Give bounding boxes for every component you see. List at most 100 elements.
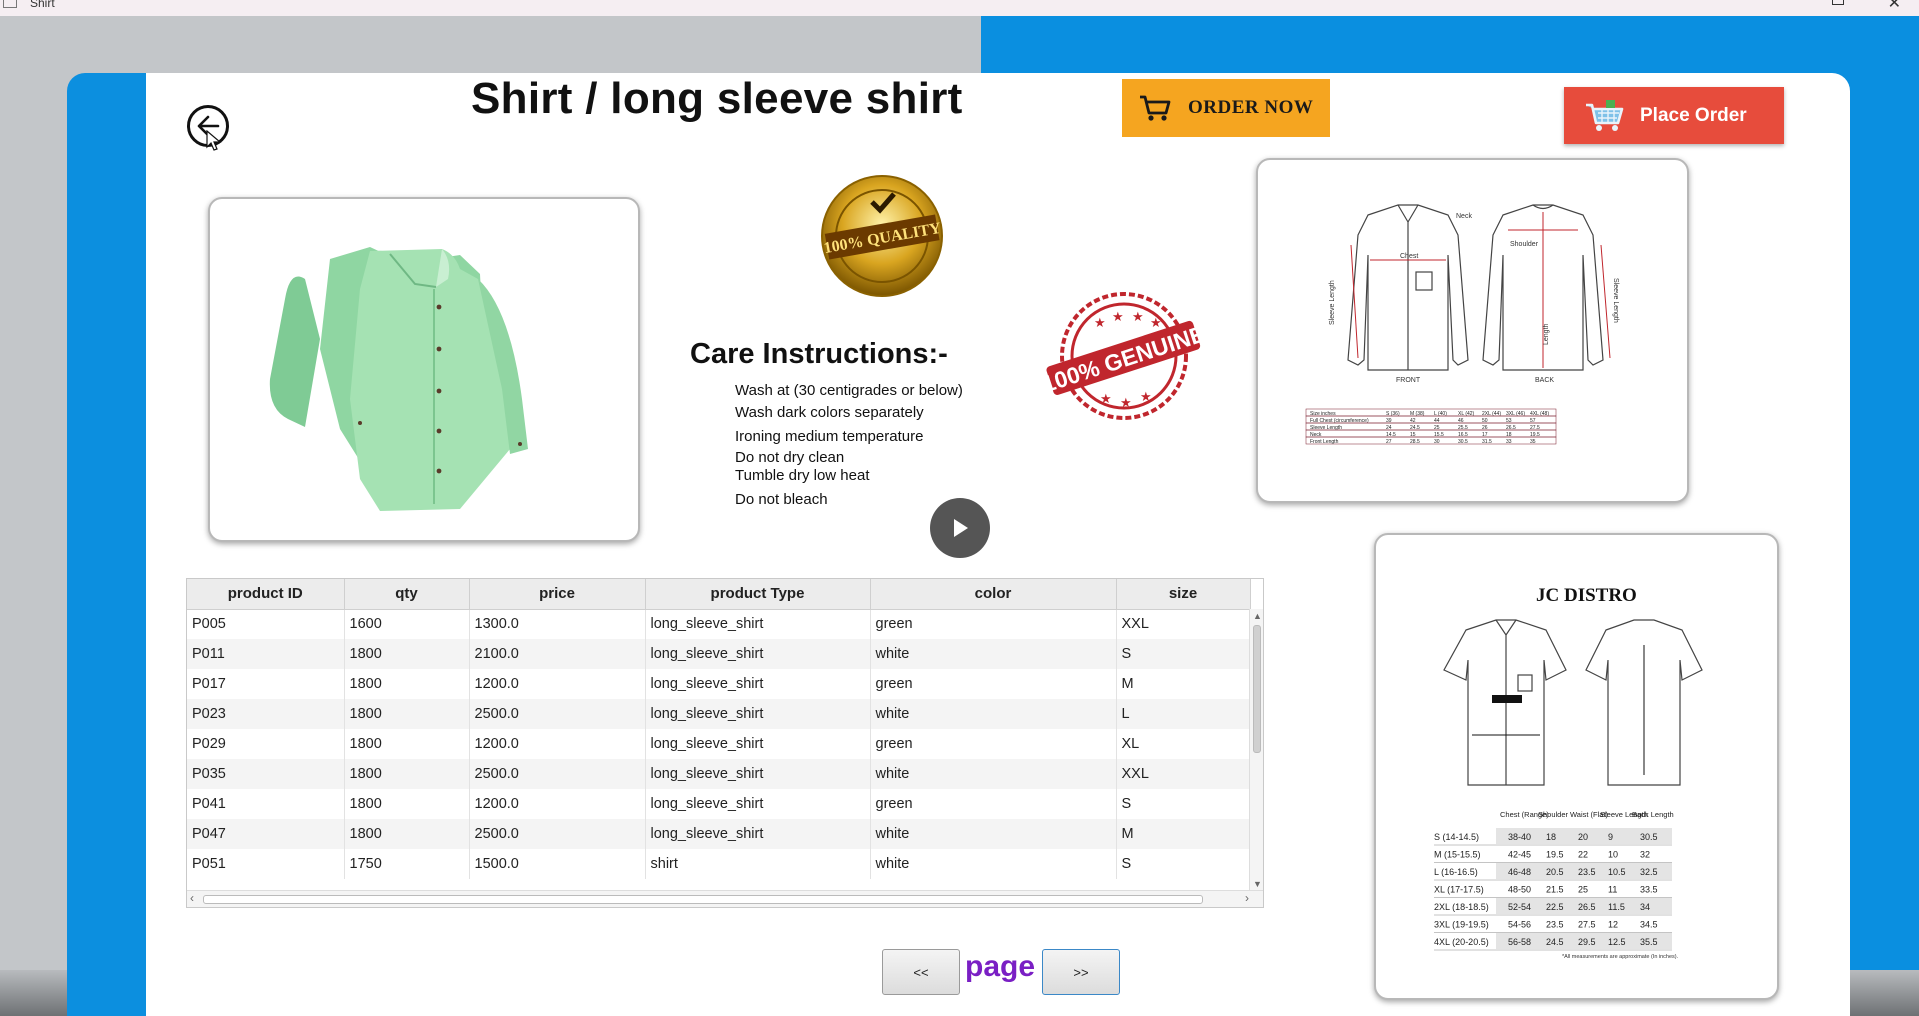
table-row[interactable]: P023 1800 2500.0 long_sleeve_shirt white L <box>187 699 1251 729</box>
cart-icon <box>1586 99 1624 131</box>
table-cell: white <box>870 699 1117 729</box>
product-table[interactable]: product ID qty price product Type color … <box>186 578 1264 908</box>
size-chart-2-cell: 10 <box>1608 850 1618 860</box>
table-header-row: product ID qty price product Type color … <box>187 579 1251 610</box>
table-row[interactable]: P051 1750 1500.0 shirt white S <box>187 849 1251 879</box>
size-chart-cell: 27 <box>1386 439 1392 445</box>
table-row[interactable]: P029 1800 1200.0 long_sleeve_shirt green XL <box>187 729 1251 759</box>
table-cell: 1750 <box>344 849 470 879</box>
size-chart-cell: 35 <box>1530 439 1536 445</box>
shopping-cart-icon <box>1140 95 1171 121</box>
column-header[interactable]: color <box>870 579 1117 610</box>
order-now-button[interactable]: ORDER NOW <box>1122 79 1330 137</box>
size-chart-2-header: Shoulder <box>1538 810 1569 819</box>
size-chart-2-cell: 4XL (20-20.5) <box>1434 937 1489 947</box>
scroll-up-icon[interactable]: ▲ <box>1253 611 1262 621</box>
horizontal-scrollbar[interactable]: ‹ › <box>187 890 1263 907</box>
scroll-thumb[interactable] <box>1253 625 1261 753</box>
column-header[interactable]: price <box>469 579 646 610</box>
size-chart-2-cell: 11 <box>1608 885 1617 895</box>
size-chart-2-cell: 54-56 <box>1508 920 1531 930</box>
size-chart-2-cell: 22 <box>1578 850 1588 860</box>
product-image-card <box>208 197 640 542</box>
size-chart-2-cell: 12 <box>1608 920 1618 930</box>
scroll-down-icon[interactable]: ▼ <box>1253 879 1262 889</box>
size-chart-cell: Front Length <box>1310 439 1339 445</box>
scroll-right-icon[interactable]: › <box>1245 891 1249 905</box>
table-cell: green <box>870 609 1117 639</box>
column-header[interactable]: product ID <box>187 579 345 610</box>
table-cell: 2500.0 <box>469 699 646 729</box>
close-icon[interactable]: ✕ <box>1888 0 1901 13</box>
size-chart-2-cell: 46-48 <box>1508 867 1531 877</box>
table-row[interactable]: P005 1600 1300.0 long_sleeve_shirt green XXL <box>187 609 1251 639</box>
size-chart-2-cell: XL (17-17.5) <box>1434 885 1484 895</box>
table-cell: P017 <box>187 669 345 699</box>
table-cell: 1800 <box>344 669 470 699</box>
size-chart-2-cell: 19.5 <box>1546 850 1564 860</box>
table-cell: P041 <box>187 789 345 819</box>
brand-logo: JC DISTRO <box>1536 585 1637 606</box>
table-row[interactable]: P041 1800 1200.0 long_sleeve_shirt green S <box>187 789 1251 819</box>
size-chart-2-cell: 23.5 <box>1546 920 1564 930</box>
care-instructions-title: Care Instructions:- <box>690 338 948 370</box>
table-cell: 1800 <box>344 789 470 819</box>
table-cell: 1500.0 <box>469 849 646 879</box>
maximize-icon[interactable] <box>1832 0 1844 5</box>
shoulder-label: Shoulder <box>1510 241 1539 248</box>
size-chart-2-cell: 56-58 <box>1508 937 1531 947</box>
size-chart-2-cell: 2XL (18-18.5) <box>1434 902 1489 912</box>
size-chart-2-cell: 18 <box>1546 832 1556 842</box>
length-label: Length <box>1543 323 1550 345</box>
size-chart-2-cell: 48-50 <box>1508 885 1531 895</box>
previous-page-button[interactable]: << <box>882 949 960 995</box>
size-chart-row <box>1305 422 1557 431</box>
table-cell: P029 <box>187 729 345 759</box>
table-cell: 1800 <box>344 819 470 849</box>
scroll-left-icon[interactable]: ‹ <box>190 891 194 905</box>
table-cell: 1200.0 <box>469 789 646 819</box>
table-cell: P011 <box>187 639 345 669</box>
page-label: page <box>965 950 1036 983</box>
green-shirt-image <box>269 247 528 511</box>
sleeve-length-label: Sleeve Length <box>1612 278 1619 323</box>
size-chart-card-2: JC DISTRO Chest (Range) Shoulder Waist (Fl… <box>1374 533 1779 1000</box>
column-header[interactable]: qty <box>344 579 470 610</box>
table-cell: long_sleeve_shirt <box>645 669 871 699</box>
table-cell: XL <box>1116 729 1251 759</box>
next-page-button[interactable]: >> <box>1042 949 1120 995</box>
table-row[interactable]: P011 1800 2100.0 long_sleeve_shirt white S <box>187 639 1251 669</box>
size-chart-cell: 31.5 <box>1482 439 1492 445</box>
size-chart-2-cell: 34.5 <box>1640 920 1658 930</box>
table-row[interactable]: P047 1800 2500.0 long_sleeve_shirt white M <box>187 819 1251 849</box>
size-chart-2-cell: 11.5 <box>1608 902 1625 912</box>
column-header[interactable]: size <box>1116 579 1251 610</box>
table-cell: 1800 <box>344 729 470 759</box>
size-chart-2-cell: 22.5 <box>1546 902 1564 912</box>
window-titlebar: Shirt ✕ <box>0 0 1919 16</box>
table-row[interactable]: P017 1800 1200.0 long_sleeve_shirt green M <box>187 669 1251 699</box>
size-chart-card: Neck Chest Shoulder Sleeve Length Length… <box>1256 158 1689 503</box>
column-header[interactable]: product Type <box>645 579 871 610</box>
table-cell: 1200.0 <box>469 729 646 759</box>
size-chart-2-cell: 30.5 <box>1640 832 1658 842</box>
size-chart-2-cell: 12.5 <box>1608 937 1626 947</box>
table-row[interactable]: P035 1800 2500.0 long_sleeve_shirt white XXL <box>187 759 1251 789</box>
size-chart-2-cell: 10.5 <box>1608 867 1626 877</box>
place-order-button[interactable]: Place Order <box>1564 87 1784 144</box>
genuine-badge: 100% GENUINE ★ ★ ★ ★ ★ ★ ★ <box>1044 292 1202 420</box>
scroll-thumb[interactable] <box>203 895 1203 904</box>
table-cell: 1800 <box>344 759 470 789</box>
vertical-scrollbar[interactable]: ▲ ▼ <box>1249 609 1263 891</box>
size-chart-2-cell: 34 <box>1640 902 1650 912</box>
table-cell: M <box>1116 819 1251 849</box>
table-cell: XXL <box>1116 609 1251 639</box>
size-chart-2-cell: 35.5 <box>1640 937 1658 947</box>
order-now-label: ORDER NOW <box>1188 97 1314 118</box>
svg-text:★: ★ <box>1100 391 1112 406</box>
table-cell: 1200.0 <box>469 669 646 699</box>
play-video-button[interactable] <box>930 498 990 558</box>
front-label: FRONT <box>1396 377 1421 384</box>
table-cell: P047 <box>187 819 345 849</box>
svg-text:★: ★ <box>1150 315 1162 330</box>
